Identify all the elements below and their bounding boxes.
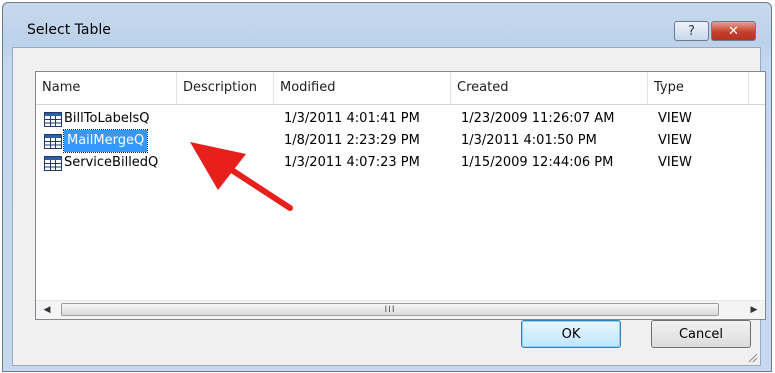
red-arrow-annotation	[190, 142, 293, 211]
